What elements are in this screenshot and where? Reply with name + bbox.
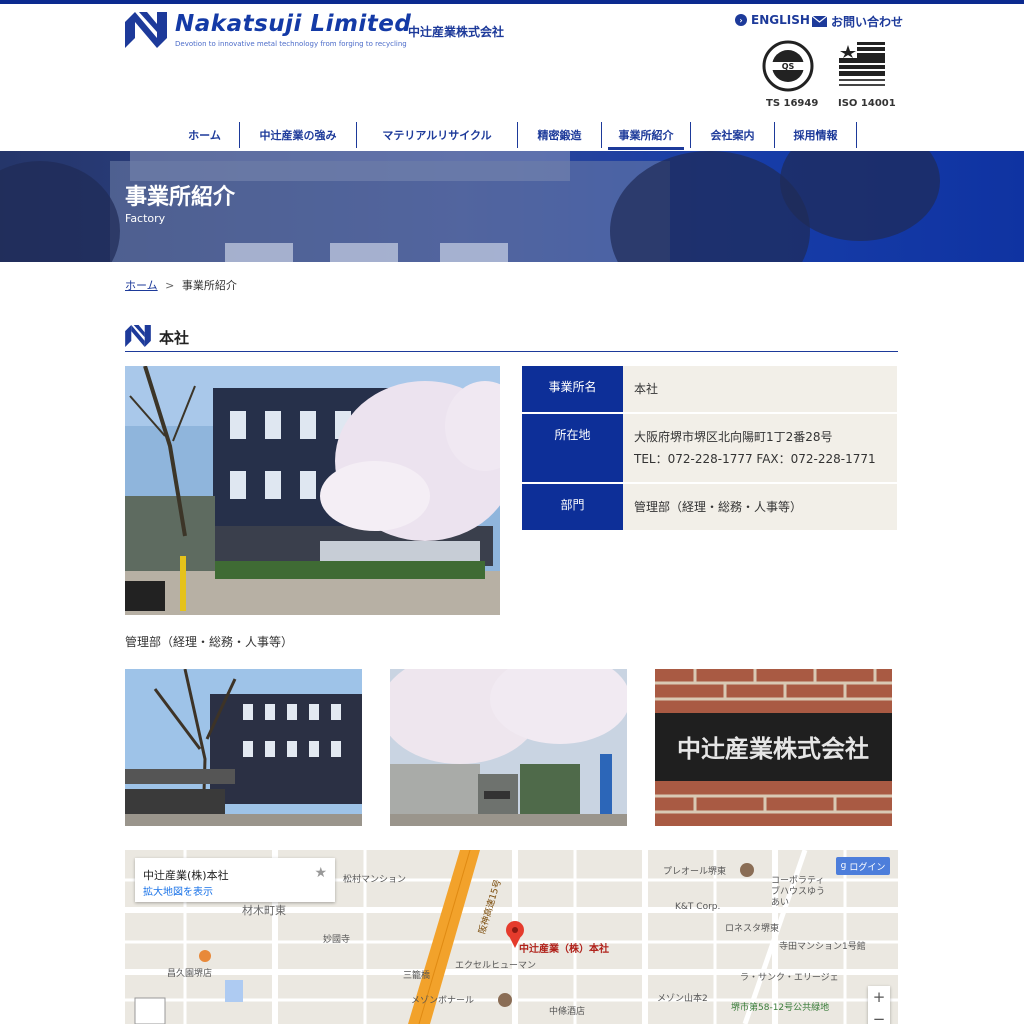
nakatsuji-logo-icon[interactable]: [125, 12, 167, 48]
office-name: 本社: [634, 382, 659, 396]
map-label: 中辻産業（株）本社: [519, 944, 609, 955]
google-plus-icon: g: [840, 861, 847, 871]
nakatsuji-mark-icon: [125, 325, 151, 347]
map-label: 堺市第58-12号公共緑地: [731, 1003, 830, 1013]
zoom-in-button[interactable]: +: [868, 986, 890, 1008]
nav-item-material-recycle[interactable]: マテリアルリサイクル: [357, 122, 518, 148]
table-header-cell: 所在地: [522, 414, 623, 482]
table-row: 所在地 大阪府堺市堺区北向陽町1丁2番28号 TEL：072-228-1777 …: [522, 414, 897, 484]
map-label: メゾン山本2: [657, 994, 708, 1004]
map-label: ラ・サンク・エリージェ: [740, 973, 839, 983]
nav-item-recruit[interactable]: 採用情報: [775, 122, 857, 148]
main-nav: ホーム 中辻産業の強み マテリアルリサイクル 精密鍛造 事業所紹介 会社案内 採…: [170, 122, 857, 150]
table-header-cell: 事業所名: [522, 366, 623, 412]
table-row: 事業所名 本社: [522, 366, 897, 414]
map-login-label: ログイン: [849, 862, 886, 873]
map-label: エクセルヒューマン: [455, 961, 537, 971]
office-address: 大阪府堺市堺区北向陽町1丁2番28号: [634, 430, 833, 444]
section-heading: 本社: [125, 325, 898, 352]
table-cell: 大阪府堺市堺区北向陽町1丁2番28号 TEL：072-228-1777 FAX：…: [623, 414, 897, 482]
photo-caption: 管理部（経理・総務・人事等）: [125, 635, 294, 649]
map-label: プレオール堺東: [663, 867, 727, 877]
map-login-button[interactable]: g ログイン: [836, 857, 890, 875]
nav-item-offices[interactable]: 事業所紹介: [602, 122, 691, 150]
english-link[interactable]: › ENGLISH: [735, 13, 810, 27]
contact-link[interactable]: お問い合わせ: [812, 13, 903, 30]
map-label: 材木町東: [242, 904, 286, 917]
map-label: コーポラティブハウスゆうあい: [771, 876, 826, 908]
table-cell: 管理部（経理・総務・人事等）: [623, 484, 897, 530]
page-banner: 事業所紹介 Factory: [0, 151, 1024, 262]
zoom-out-button[interactable]: −: [868, 1008, 890, 1024]
map-label: 寺田マンション1号館: [779, 942, 866, 952]
cert-label-ts16949: TS 16949: [766, 98, 819, 109]
map-label: 妙國寺: [323, 935, 351, 945]
map-label: 松村マンション: [343, 875, 407, 885]
logo-tagline: Devotion to innovative metal technology …: [175, 40, 407, 48]
mail-icon: [812, 16, 827, 27]
cert-label-iso14001: ISO 14001: [838, 98, 896, 109]
map-label: K&T Corp.: [675, 902, 721, 912]
nav-item-home[interactable]: ホーム: [170, 122, 240, 148]
nameplate-text: 中辻産業株式会社: [677, 734, 869, 763]
logo-name[interactable]: Nakatsuji Limited: [175, 11, 411, 37]
map-zoom-control: + −: [868, 986, 890, 1024]
breadcrumb-separator: >: [165, 279, 175, 292]
table-header-cell: 部門: [522, 484, 623, 530]
nameplate-photo-thumb[interactable]: 中辻産業株式会社: [655, 669, 892, 826]
head-office-photo: [125, 366, 500, 615]
breadcrumb-current: 事業所紹介: [181, 279, 237, 292]
map-label: 三籠橋: [403, 971, 431, 981]
breadcrumb: ホーム > 事業所紹介: [125, 277, 237, 293]
building-photo-thumb[interactable]: [125, 669, 362, 826]
english-link-label: ENGLISH: [751, 13, 810, 27]
contact-link-label: お問い合わせ: [831, 15, 904, 29]
table-cell: 本社: [623, 366, 897, 412]
nav-item-precision-forging[interactable]: 精密鍛造: [518, 122, 602, 148]
chevron-right-icon: ›: [735, 14, 747, 26]
office-phone: TEL：072-228-1777 FAX：072-228-1771: [634, 452, 876, 466]
map-enlarge-link[interactable]: 拡大地図を表示: [143, 883, 213, 898]
map-place-title: 中辻産業(株)本社: [143, 869, 229, 882]
office-department: 管理部（経理・総務・人事等）: [634, 500, 803, 514]
office-info-table: 事業所名 本社 所在地 大阪府堺市堺区北向陽町1丁2番28号 TEL：072-2…: [522, 366, 897, 532]
banner-subtitle: Factory: [125, 212, 166, 225]
map-label: 昌久園堺店: [167, 969, 213, 979]
section-title: 本社: [159, 329, 190, 347]
top-accent-bar: [0, 0, 1024, 4]
star-icon[interactable]: ★: [314, 865, 327, 881]
nav-item-strengths[interactable]: 中辻産業の強み: [240, 122, 357, 148]
table-row: 部門 管理部（経理・総務・人事等）: [522, 484, 897, 532]
svg-text:QS: QS: [782, 62, 795, 71]
breadcrumb-home-link[interactable]: ホーム: [125, 279, 158, 292]
iso14001-cert-logo-icon: [839, 42, 885, 86]
map-label: 中條酒店: [549, 1007, 586, 1017]
map-place-card: 中辻産業(株)本社 拡大地図を表示 ★: [135, 858, 335, 902]
banner-title: 事業所紹介: [125, 185, 236, 210]
ts16949-cert-logo-icon: QS: [762, 40, 814, 92]
map-label: メゾンボナール: [411, 996, 475, 1006]
google-map[interactable]: 中辻産業(株)本社 拡大地図を表示 ★ g ログイン + − 材木町東 妙國寺 …: [125, 850, 898, 1024]
gate-photo-thumb[interactable]: [390, 669, 627, 826]
company-name-jp: 中辻産業株式会社: [408, 25, 505, 39]
map-label: ロネスタ堺東: [725, 924, 780, 934]
nav-item-company[interactable]: 会社案内: [691, 122, 775, 148]
